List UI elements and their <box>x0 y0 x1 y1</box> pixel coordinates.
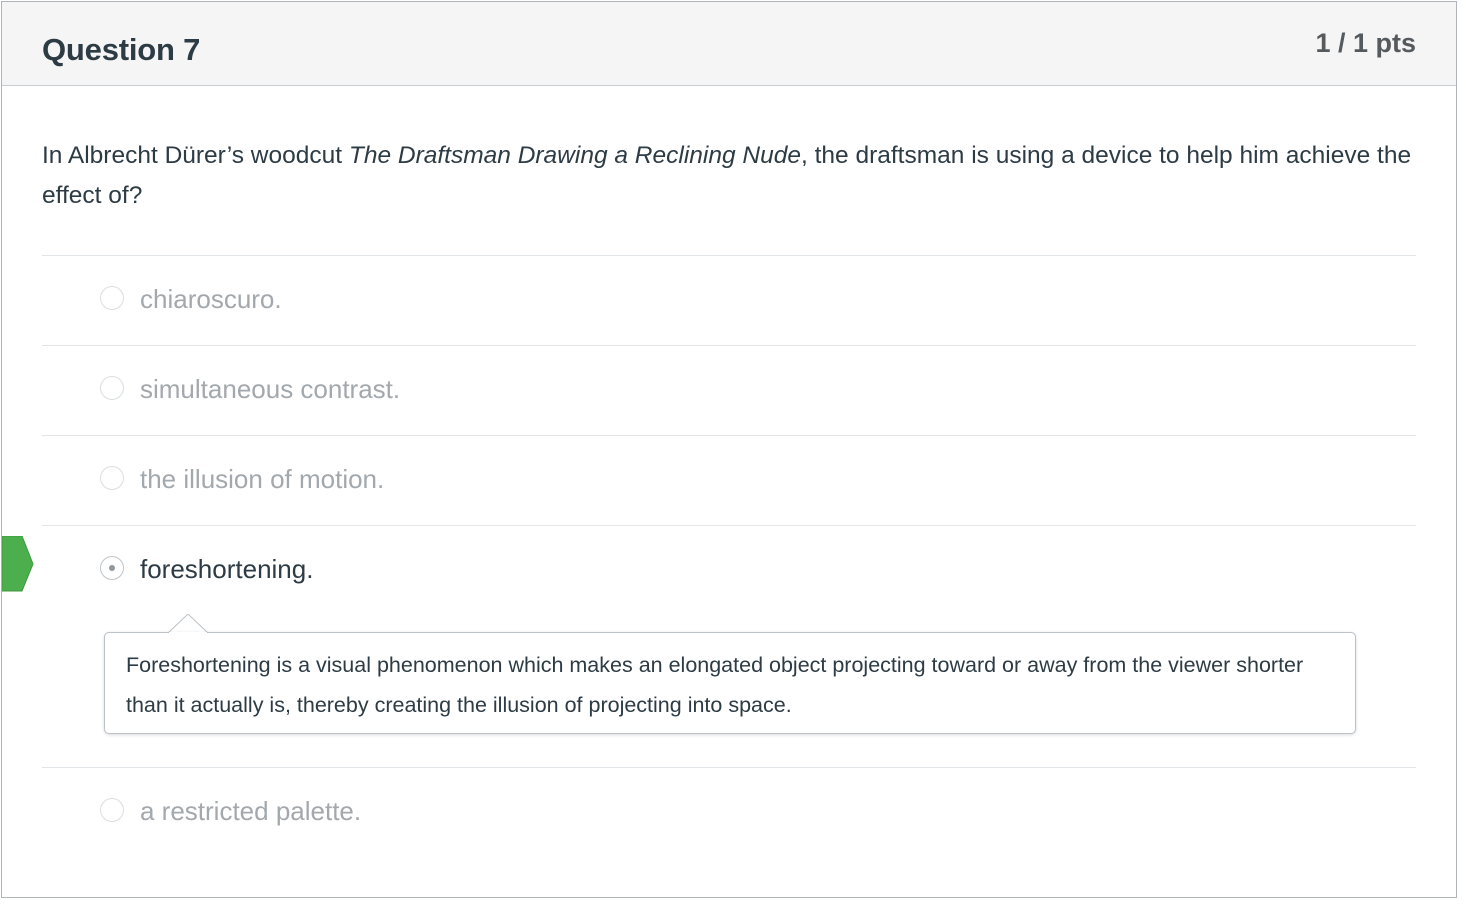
points-score: 1 / 1 pts <box>1315 28 1416 58</box>
question-title: Question 7 <box>42 32 201 67</box>
radio-button-icon[interactable] <box>100 376 124 400</box>
answer-option[interactable]: chiaroscuro. <box>42 255 1416 346</box>
answer-option[interactable]: the illusion of motion. <box>42 435 1416 526</box>
radio-button-icon[interactable] <box>100 798 124 822</box>
answer-label: simultaneous contrast. <box>140 374 401 404</box>
artwork-title: The Draftsman Drawing a Reclining Nude <box>348 142 801 169</box>
answer-option[interactable]: a restricted palette. <box>42 767 1416 858</box>
answer-label: foreshortening. <box>140 554 314 584</box>
answer-comment-box: Foreshortening is a visual phenomenon wh… <box>104 632 1356 734</box>
radio-button-icon[interactable] <box>100 286 124 310</box>
radio-button-icon[interactable] <box>100 466 124 490</box>
answer-option[interactable]: simultaneous contrast. <box>42 345 1416 436</box>
comment-pointer-icon <box>168 614 208 634</box>
question-text-intro: In Albrecht Dürer’s woodcut <box>42 142 349 169</box>
correct-answer-arrow-icon <box>2 536 34 592</box>
radio-button-selected-icon[interactable] <box>100 556 124 580</box>
answer-label: a restricted palette. <box>140 796 362 826</box>
question-header: Question 7 1 / 1 pts <box>2 2 1456 86</box>
question-text: In Albrecht Dürer’s woodcut The Draftsma… <box>42 136 1412 216</box>
quiz-question-card: Question 7 1 / 1 pts In Albrecht Dürer’s… <box>1 1 1457 898</box>
answer-label: the illusion of motion. <box>140 464 385 494</box>
comment-pointer-joint <box>169 632 207 634</box>
answer-comment-text: Foreshortening is a visual phenomenon wh… <box>126 653 1304 717</box>
answer-label: chiaroscuro. <box>140 284 282 314</box>
